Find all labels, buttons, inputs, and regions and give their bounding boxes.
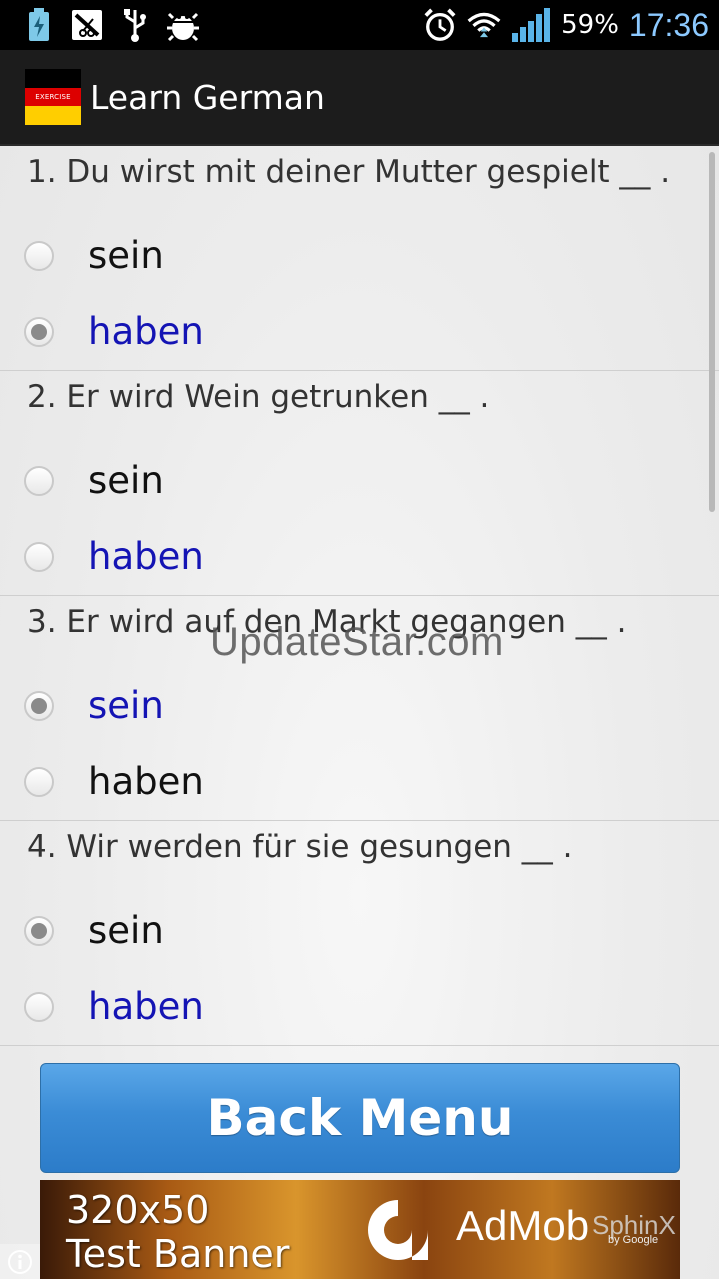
option-sein[interactable]: sein [24,909,164,952]
flag-label: EXERCISE [35,93,71,101]
option-label[interactable]: sein [88,909,164,952]
option-haben[interactable]: haben [24,985,204,1028]
option-label[interactable]: haben [88,760,204,803]
option-label[interactable]: haben [88,985,204,1028]
debug-bug-icon [166,8,200,42]
ad-banner[interactable]: 320x50 Test Banner AdMob SphinX by Googl… [40,1180,680,1279]
quiz-list[interactable]: 1. Du wirst mit deiner Mutter gespielt _… [0,146,719,1046]
watermark: UpdateStar.com [210,620,504,664]
radio-button[interactable] [24,240,54,271]
action-bar: EXERCISE Learn German [0,50,719,146]
option-label[interactable]: sein [88,234,164,277]
clock: 17:36 [628,6,709,43]
admob-logo-icon [362,1194,434,1266]
status-bar: 59% 17:36 [0,0,719,50]
admob-brand: AdMob [456,1202,590,1249]
question-item: 1. Du wirst mit deiner Mutter gespielt _… [0,146,719,371]
option-sein[interactable]: sein [24,234,164,277]
info-icon[interactable] [0,1244,40,1279]
admob-byline: by Google [608,1234,659,1246]
option-label[interactable]: haben [88,535,204,578]
scrollbar[interactable] [709,152,715,512]
question-text: 4. Wir werden für sie gesungen __ . [27,829,573,865]
option-haben[interactable]: haben [24,535,204,578]
radio-button-selected[interactable] [24,690,54,721]
battery-charging-icon [22,8,56,42]
question-text: 2. Er wird Wein getrunken __ . [27,379,490,415]
option-label[interactable]: haben [88,310,204,353]
wifi-icon [467,8,501,42]
back-menu-label[interactable]: Back Menu [206,1089,513,1147]
alarm-icon [423,8,457,42]
sim-toolkit-icon [70,8,104,42]
radio-button-selected[interactable] [24,316,54,347]
option-sein[interactable]: sein [24,684,164,727]
option-label[interactable]: sein [88,459,164,502]
question-item: 4. Wir werden für sie gesungen __ . sein… [0,821,719,1046]
question-text: 1. Du wirst mit deiner Mutter gespielt _… [27,154,671,190]
radio-button[interactable] [24,541,54,572]
option-sein[interactable]: sein [24,459,164,502]
radio-button[interactable] [24,991,54,1022]
question-item: 2. Er wird Wein getrunken __ . sein habe… [0,371,719,596]
signal-icon [511,8,551,42]
back-menu-button[interactable]: Back Menu [40,1063,680,1173]
option-haben[interactable]: haben [24,760,204,803]
battery-percentage: 59% [561,10,619,40]
option-haben[interactable]: haben [24,310,204,353]
german-flag-logo: EXERCISE [25,69,81,125]
radio-button[interactable] [24,766,54,797]
option-label[interactable]: sein [88,684,164,727]
banner-size-text: 320x50 [66,1188,210,1232]
usb-icon [118,8,152,42]
banner-test-text: Test Banner [66,1232,290,1276]
app-title: Learn German [90,77,325,117]
radio-button-selected[interactable] [24,915,54,946]
radio-button[interactable] [24,465,54,496]
